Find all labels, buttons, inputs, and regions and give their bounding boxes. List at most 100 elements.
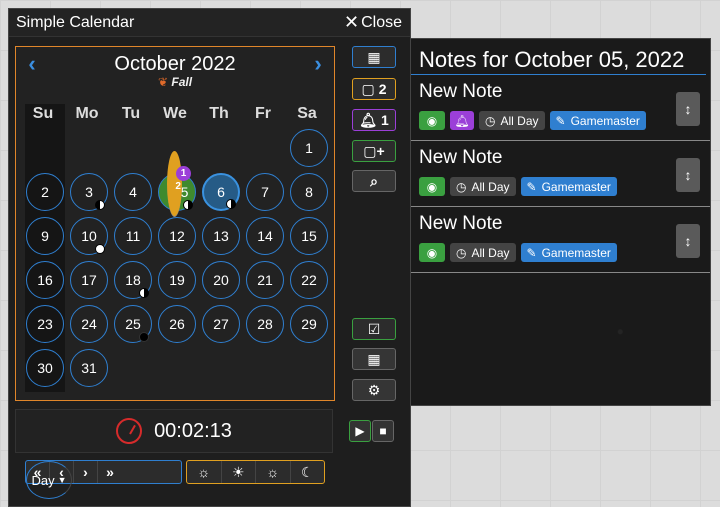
day-number: 9 [41,228,49,244]
day-number: 25 [125,316,141,332]
note-author: Gamemaster [541,245,611,260]
day-cell-today[interactable]: 6 [202,173,240,211]
configuration-button[interactable]: ⚙ [352,379,396,401]
day-number: 2 [41,184,49,200]
moon-phase-icon [139,332,149,342]
reorder-handle[interactable]: ↕ [676,92,700,126]
day-cell[interactable]: 8 [290,173,328,211]
weekday-label: Fr [255,105,271,122]
add-note-button[interactable]: ▢+ [352,140,396,162]
day-cell[interactable]: 22 [290,261,328,299]
dawn-button[interactable]: ☼ [187,461,222,483]
note-author-badge: ✎ Gamemaster [549,111,646,130]
day-cell[interactable]: 24 [70,305,108,343]
day-cell[interactable]: 23 [26,305,64,343]
day-cell[interactable]: 9 [26,217,64,255]
note-tags: ◉ ◷ All Day ✎ Gamemaster [419,243,710,262]
note-time-label: All Day [500,113,539,128]
close-button[interactable]: ✕ Close [344,12,402,33]
today-button[interactable]: ▦ [352,46,396,68]
notes-button[interactable]: ▢ 2 [352,78,396,100]
day-cell[interactable]: 1 [290,129,328,167]
eye-icon: ◉ [426,245,438,260]
note-item[interactable]: New Note ◉ ◷ All Day ✎ Gamemaster ↕ [411,207,710,273]
day-cell[interactable]: 10 [70,217,108,255]
window-titlebar[interactable]: Simple Calendar ✕ Close [9,9,410,37]
moon-phase-icon [95,200,105,210]
month-title: October 2022 [114,53,236,75]
day-cell[interactable]: 19 [158,261,196,299]
notes-count: 2 [378,81,387,97]
weekday-label: Mo [75,105,99,122]
note-name: New Note [419,147,503,168]
day-number: 18 [125,272,141,288]
day-number: 16 [37,272,53,288]
day-number: 21 [257,272,273,288]
day-cell[interactable]: 28 [246,305,284,343]
close-icon: ✕ [344,12,360,32]
midday-button[interactable]: ☀ [222,461,256,483]
next-month-button[interactable]: › [310,53,326,75]
bell-icon: 🔔︎ [359,111,377,128]
reorder-handle[interactable]: ↕ [676,224,700,258]
time-unit-dropdown[interactable]: Day ▼ [26,461,72,499]
day-cell[interactable]: 14 [246,217,284,255]
clock-icon: ◷ [485,113,496,128]
day-cell[interactable]: 18 [114,261,152,299]
day-cell[interactable]: 2 [26,173,64,211]
day-cell[interactable]: 13 [202,217,240,255]
day-cell[interactable]: 7 [246,173,284,211]
gear-icon: ⚙ [367,381,381,398]
day-number: 1 [305,140,313,156]
day-cell[interactable]: 15 [290,217,328,255]
reminders-button[interactable]: 🔔︎ 1 [352,109,396,131]
pencil-icon: ✎ [526,179,537,194]
day-number: 6 [217,184,225,200]
visibility-badge: ◉ [419,243,445,262]
reorder-handle[interactable]: ↕ [676,158,700,192]
moon-phase-icon [183,200,193,210]
day-number: 13 [213,228,229,244]
day-cell[interactable]: 29 [290,305,328,343]
reminder-badge[interactable]: 🔔︎ [450,111,474,130]
day-cell[interactable]: 30 [26,349,64,387]
day-cell[interactable]: 16 [26,261,64,299]
day-cell[interactable]: 31 [70,349,108,387]
clock-stop-button[interactable]: ■ [372,420,394,442]
day-cell[interactable]: 17 [70,261,108,299]
eye-icon: ◉ [426,113,438,128]
set-current-date-button[interactable]: ☑ [352,318,396,340]
day-number: 7 [261,184,269,200]
weekday-header: Su Mo Tu We Th Fr Sa [21,105,329,123]
day-cell[interactable]: 3 [70,173,108,211]
day-cell[interactable]: 21 [246,261,284,299]
day-number: 8 [305,184,313,200]
day-cell[interactable]: 4 [114,173,152,211]
note-item[interactable]: New Note ◉ 🔔︎ ◷ All Day ✎ Gamemaster ↕ [411,75,710,141]
eye-icon: ◉ [426,179,438,194]
midnight-button[interactable]: ☾ [291,461,325,483]
day-cell[interactable]: 25 [114,305,152,343]
day-number: 24 [81,316,97,332]
play-icon: ▶ [355,424,365,438]
clock-start-button[interactable]: ▶ [349,420,371,442]
dusk-button[interactable]: ☼ [256,461,291,483]
forward-button[interactable]: › [74,461,98,483]
caret-down-icon: ▼ [57,475,67,485]
day-cell-selected[interactable]: 2 1 5 [158,151,196,217]
search-button[interactable]: ⌕ [352,170,396,192]
previous-month-button[interactable]: ‹ [24,53,40,75]
moon-phase-icon [139,288,149,298]
search-icon: ⌕ [370,172,378,189]
day-cell[interactable]: 26 [158,305,196,343]
day-cell[interactable]: 12 [158,217,196,255]
calendar-view-button[interactable]: ▦ [352,348,396,370]
fast-forward-button[interactable]: » [98,461,122,483]
note-item[interactable]: New Note ◉ ◷ All Day ✎ Gamemaster ↕ [411,141,710,207]
moon-phase-icon [226,199,236,209]
day-cell[interactable]: 27 [202,305,240,343]
calendar-header: ‹ October 2022 › [16,47,334,81]
day-number: 5 [180,184,189,200]
day-cell[interactable]: 20 [202,261,240,299]
day-cell[interactable]: 11 [114,217,152,255]
